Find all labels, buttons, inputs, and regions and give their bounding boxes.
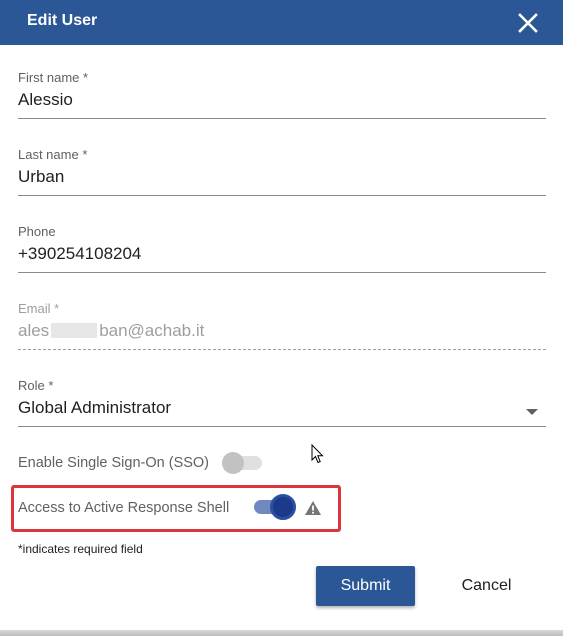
cancel-button[interactable]: Cancel xyxy=(437,566,536,606)
close-icon xyxy=(518,13,538,33)
first-name-label: First name * xyxy=(18,70,89,85)
phone-input[interactable]: +390254108204 xyxy=(18,244,546,264)
shell-toggle-thumb xyxy=(270,494,296,520)
email-underline xyxy=(18,349,546,350)
first-name-input[interactable]: Alessio xyxy=(18,90,546,110)
email-value-start: ales xyxy=(18,321,50,340)
phone-field[interactable]: Phone +390254108204 xyxy=(18,224,546,274)
shell-toggle-label: Access to Active Response Shell xyxy=(18,500,230,516)
sso-toggle-row: Enable Single Sign-On (SSO) xyxy=(18,454,209,472)
email-value-end: ban@achab.it xyxy=(99,321,205,340)
role-underline xyxy=(18,426,546,427)
last-name-input[interactable]: Urban xyxy=(18,167,546,187)
email-label: Email * xyxy=(18,301,60,316)
dialog-bottom-edge xyxy=(0,630,563,636)
edit-user-dialog: Edit User First name * Alessio Last name… xyxy=(0,0,563,632)
email-input: ales ban@achab.it xyxy=(18,321,546,341)
role-select[interactable]: Role * Global Administrator xyxy=(18,378,546,428)
close-button[interactable] xyxy=(516,11,540,35)
first-name-field[interactable]: First name * Alessio xyxy=(18,70,546,120)
chevron-down-icon[interactable] xyxy=(526,409,538,415)
mouse-cursor-icon xyxy=(311,444,324,464)
warning-icon[interactable] xyxy=(304,500,322,516)
sso-toggle-label: Enable Single Sign-On (SSO) xyxy=(18,455,210,471)
shell-toggle[interactable] xyxy=(254,494,296,520)
sso-toggle-thumb xyxy=(222,452,244,474)
email-field: Email * ales ban@achab.it xyxy=(18,301,546,351)
shell-toggle-row: Access to Active Response Shell xyxy=(18,499,229,517)
submit-button[interactable]: Submit xyxy=(316,566,415,606)
dialog-title: Edit User xyxy=(27,12,98,29)
redacted-block xyxy=(51,323,98,338)
last-name-underline xyxy=(18,195,546,196)
first-name-underline xyxy=(18,118,546,119)
role-value[interactable]: Global Administrator xyxy=(18,398,546,418)
last-name-field[interactable]: Last name * Urban xyxy=(18,147,546,197)
last-name-label: Last name * xyxy=(18,147,88,162)
phone-label: Phone xyxy=(18,224,56,239)
phone-underline xyxy=(18,272,546,273)
role-label: Role * xyxy=(18,378,54,393)
dialog-header: Edit User xyxy=(0,0,563,45)
required-field-note: *indicates required field xyxy=(18,542,143,556)
sso-toggle[interactable] xyxy=(222,450,264,476)
